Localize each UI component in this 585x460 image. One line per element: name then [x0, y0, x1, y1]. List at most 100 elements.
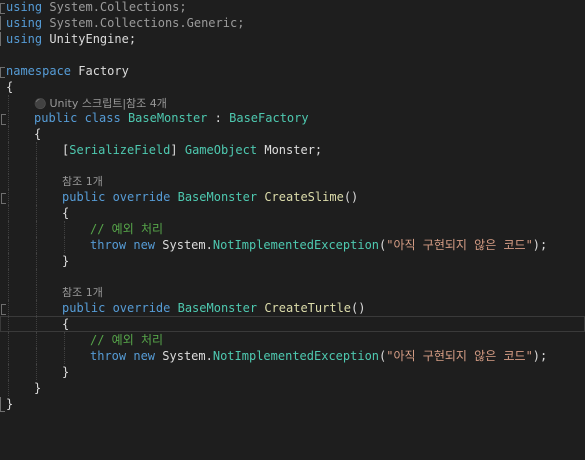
code-line[interactable]: public class BaseMonster : BaseFactory — [0, 110, 585, 126]
brace: { — [62, 317, 70, 331]
indent-guide — [8, 300, 9, 316]
collapse-toggle[interactable] — [1, 114, 6, 125]
indent-guide — [36, 348, 37, 364]
paren-semicolon: ); — [532, 238, 548, 252]
namespace-qualifier: System. — [162, 349, 213, 363]
code-line[interactable]: { — [0, 79, 585, 95]
unity-icon: ⚫ — [34, 99, 47, 110]
brace: } — [62, 365, 70, 379]
code-line[interactable]: using UnityEngine; — [0, 31, 585, 47]
string-literal: "아직 구현되지 않은 코드" — [386, 349, 533, 363]
code-line[interactable]: throw new System.NotImplementedException… — [0, 348, 585, 364]
code-line[interactable]: { — [0, 126, 585, 142]
code-line[interactable]: [SerializeField] GameObject Monster; — [0, 142, 585, 158]
indent-guide — [36, 300, 37, 316]
indent-guide — [8, 364, 9, 380]
method-name: CreateTurtle — [264, 301, 352, 315]
indent-guide — [8, 269, 9, 285]
indent-guide — [36, 332, 37, 348]
code-line[interactable] — [0, 269, 585, 285]
brace: } — [62, 254, 70, 268]
current-line[interactable]: { — [0, 316, 585, 332]
namespace-qualifier: System. — [162, 238, 213, 252]
keyword: using — [6, 16, 43, 30]
codelens-references[interactable]: Unity 스크립트|참조 4개 — [49, 97, 166, 110]
collapse-toggle[interactable] — [1, 193, 6, 204]
indent-guide — [36, 237, 37, 253]
indent-guide — [36, 189, 37, 205]
outline-margin — [0, 32, 4, 46]
code-line[interactable]: // 예외 처리 — [0, 332, 585, 348]
attribute-name: SerializeField — [69, 143, 171, 157]
indent-guide — [8, 158, 9, 174]
indent-guide — [64, 237, 65, 253]
code-line[interactable]: public override BaseMonster CreateSlime(… — [0, 189, 585, 205]
namespace-import: System.Collections.Generic; — [49, 16, 245, 30]
code-line[interactable]: throw new System.NotImplementedException… — [0, 237, 585, 253]
keyword: namespace — [6, 64, 72, 78]
code-line[interactable]: { — [0, 205, 585, 221]
keyword: new — [133, 349, 156, 363]
comment: // 예외 처리 — [90, 333, 164, 347]
indent-guide — [36, 205, 37, 221]
code-line[interactable]: } — [0, 380, 585, 396]
outline-margin — [0, 397, 5, 412]
indent-guide — [64, 348, 65, 364]
indent-guide — [36, 316, 37, 332]
code-line[interactable]: using System.Collections.Generic; — [0, 15, 585, 31]
brace: { — [6, 80, 14, 94]
keyword: public override — [62, 190, 171, 204]
class-name: BaseMonster — [127, 111, 208, 125]
bracket: ] — [170, 143, 178, 157]
indent-guide — [64, 221, 65, 237]
codelens-line: 참조 1개 — [0, 173, 585, 189]
indent-guide — [36, 221, 37, 237]
brace: } — [34, 381, 42, 395]
parens: () — [351, 301, 366, 315]
method-name: CreateSlime — [264, 190, 344, 204]
codelens-references[interactable]: 참조 1개 — [62, 286, 103, 299]
brace: { — [62, 206, 70, 220]
indent-guide — [8, 237, 9, 253]
keyword: throw — [90, 238, 127, 252]
field-name: Monster; — [264, 143, 323, 157]
keyword: public class — [34, 111, 121, 125]
base-class: BaseFactory — [229, 111, 309, 125]
codelens-references[interactable]: 참조 1개 — [62, 175, 103, 188]
return-type: BaseMonster — [177, 301, 258, 315]
code-line[interactable]: } — [0, 253, 585, 269]
collapse-toggle[interactable] — [0, 3, 5, 14]
keyword: using — [6, 0, 43, 14]
code-editor[interactable]: using System.Collections; using System.C… — [0, 0, 585, 427]
collapse-toggle[interactable] — [1, 304, 6, 315]
indent-guide — [36, 364, 37, 380]
code-line[interactable]: using System.Collections; — [0, 0, 585, 15]
indent-guide — [36, 173, 37, 189]
indent-guide — [8, 284, 9, 300]
indent-guide — [8, 205, 9, 221]
outline-margin — [0, 16, 4, 30]
collapse-toggle[interactable] — [0, 67, 5, 78]
code-line[interactable] — [0, 158, 585, 174]
code-line[interactable]: public override BaseMonster CreateTurtle… — [0, 300, 585, 316]
indent-guide — [8, 316, 9, 332]
field-type: GameObject — [184, 143, 258, 157]
indent-guide — [8, 173, 9, 189]
code-line[interactable]: } — [0, 396, 585, 412]
indent-guide — [8, 253, 9, 269]
namespace-name: Factory — [78, 64, 129, 78]
brace: } — [6, 397, 14, 411]
brace: { — [34, 127, 42, 141]
keyword: using — [6, 32, 43, 46]
indent-guide — [36, 253, 37, 269]
code-line[interactable]: namespace Factory — [0, 63, 585, 79]
indent-guide — [64, 332, 65, 348]
code-line[interactable]: } — [0, 364, 585, 380]
namespace-import: System.Collections; — [49, 0, 187, 14]
code-line[interactable]: // 예외 처리 — [0, 221, 585, 237]
indent-guide — [36, 142, 37, 158]
indent-guide — [8, 348, 9, 364]
keyword: public override — [62, 301, 171, 315]
exception-type: NotImplementedException — [212, 349, 380, 363]
indent-guide — [8, 142, 9, 158]
